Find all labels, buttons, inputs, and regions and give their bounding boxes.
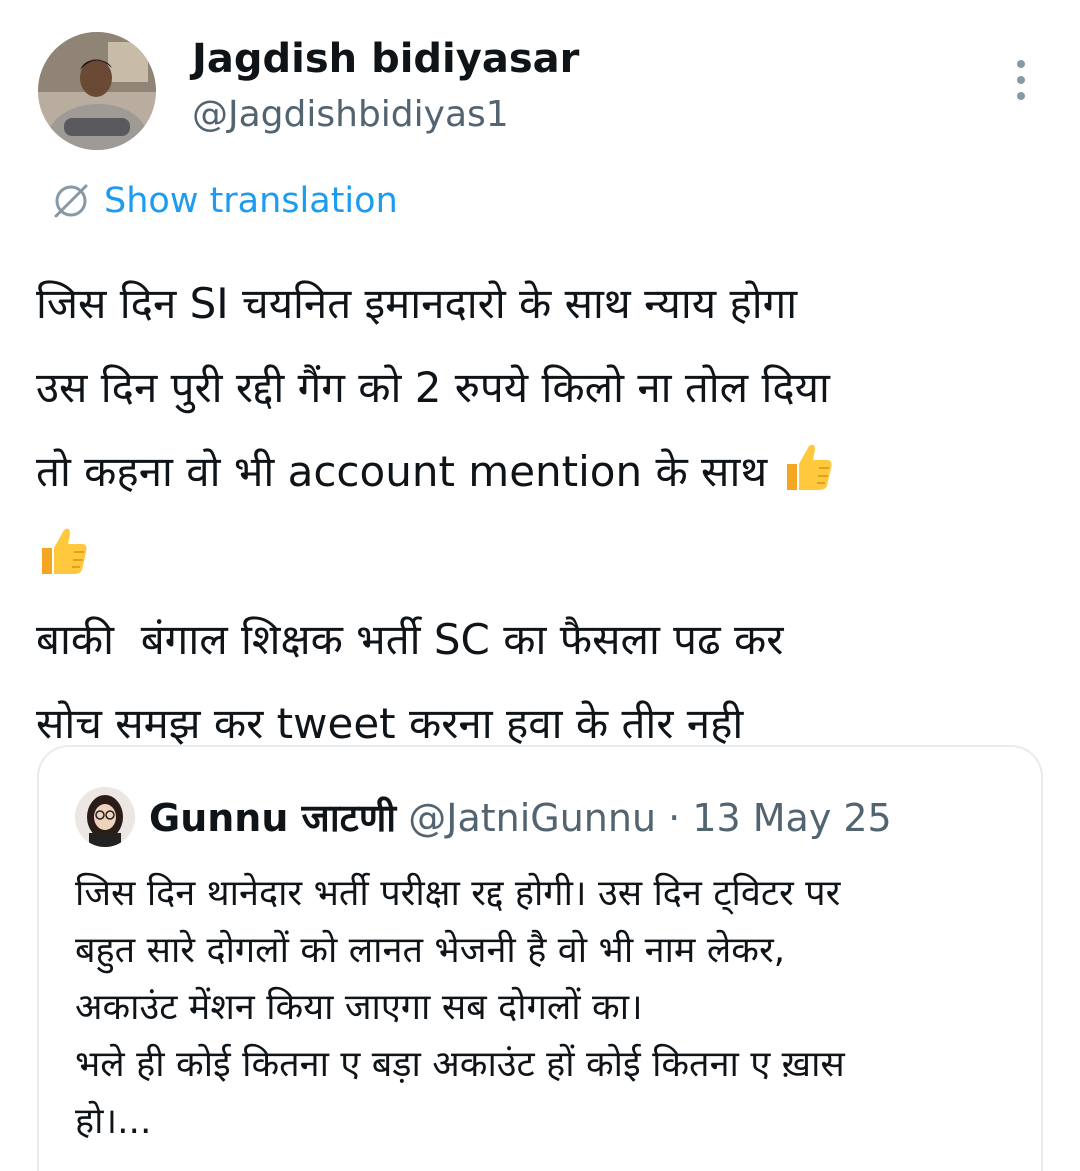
- quoted-line: हो।...: [75, 1101, 152, 1142]
- quoted-date[interactable]: 13 May 25: [692, 796, 891, 840]
- tweet-line: सोच समझ कर tweet करना हवा के तीर नही: [36, 699, 744, 748]
- author-name[interactable]: Jagdish bidiyasar: [192, 36, 579, 82]
- avatar-photo: [38, 32, 156, 150]
- show-translation-label: Show translation: [104, 181, 398, 221]
- quoted-author-name[interactable]: Gunnu जाटणी: [149, 796, 396, 840]
- quoted-tweet-card[interactable]: Gunnu जाटणी @JatniGunnu · 13 May 25 जिस …: [37, 745, 1043, 1171]
- more-vertical-icon[interactable]: [1004, 58, 1038, 102]
- quoted-separator: ·: [656, 796, 693, 840]
- globe-icon: [54, 184, 88, 218]
- quoted-line: बहुत सारे दोगलों को लानत भेजनी है वो भी …: [75, 930, 786, 971]
- avatar-photo: [75, 787, 135, 847]
- quoted-header: Gunnu जाटणी @JatniGunnu · 13 May 25: [149, 791, 892, 843]
- author-avatar[interactable]: [38, 32, 156, 150]
- quoted-author-handle[interactable]: @JatniGunnu: [408, 796, 656, 840]
- quoted-text: जिस दिन थानेदार भर्ती परीक्षा रद्द होगी।…: [75, 865, 1025, 1150]
- quoted-line: भले ही कोई कितना ए बड़ा अकाउंट हों कोई क…: [75, 1044, 845, 1085]
- thumbs-up-icon: [786, 444, 832, 490]
- tweet-line: जिस दिन SI चयनित इमानदारो के साथ न्याय ह…: [36, 279, 798, 328]
- author-handle[interactable]: @Jagdishbidiyas1: [192, 94, 509, 135]
- tweet-line: तो कहना वो भी account mention के साथ: [36, 447, 781, 496]
- quoted-line: जिस दिन थानेदार भर्ती परीक्षा रद्द होगी।…: [75, 873, 841, 914]
- menu-dot: [1017, 76, 1025, 84]
- menu-dot: [1017, 60, 1025, 68]
- quoted-line: अकाउंट मेंशन किया जाएगा सब दोगलों का।: [75, 987, 643, 1028]
- quoted-author-avatar[interactable]: [75, 787, 135, 847]
- thumbs-up-icon: [42, 528, 87, 574]
- tweet-text: जिस दिन SI चयनित इमानदारो के साथ न्याय ह…: [36, 262, 1046, 766]
- tweet-line: उस दिन पुरी रद्दी गैंग को 2 रुपये किलो न…: [36, 363, 830, 412]
- tweet-line: बाकी बंगाल शिक्षक भर्ती SC का फैसला पढ क…: [36, 615, 784, 664]
- menu-dot: [1017, 92, 1025, 100]
- show-translation-link[interactable]: Show translation: [50, 180, 398, 222]
